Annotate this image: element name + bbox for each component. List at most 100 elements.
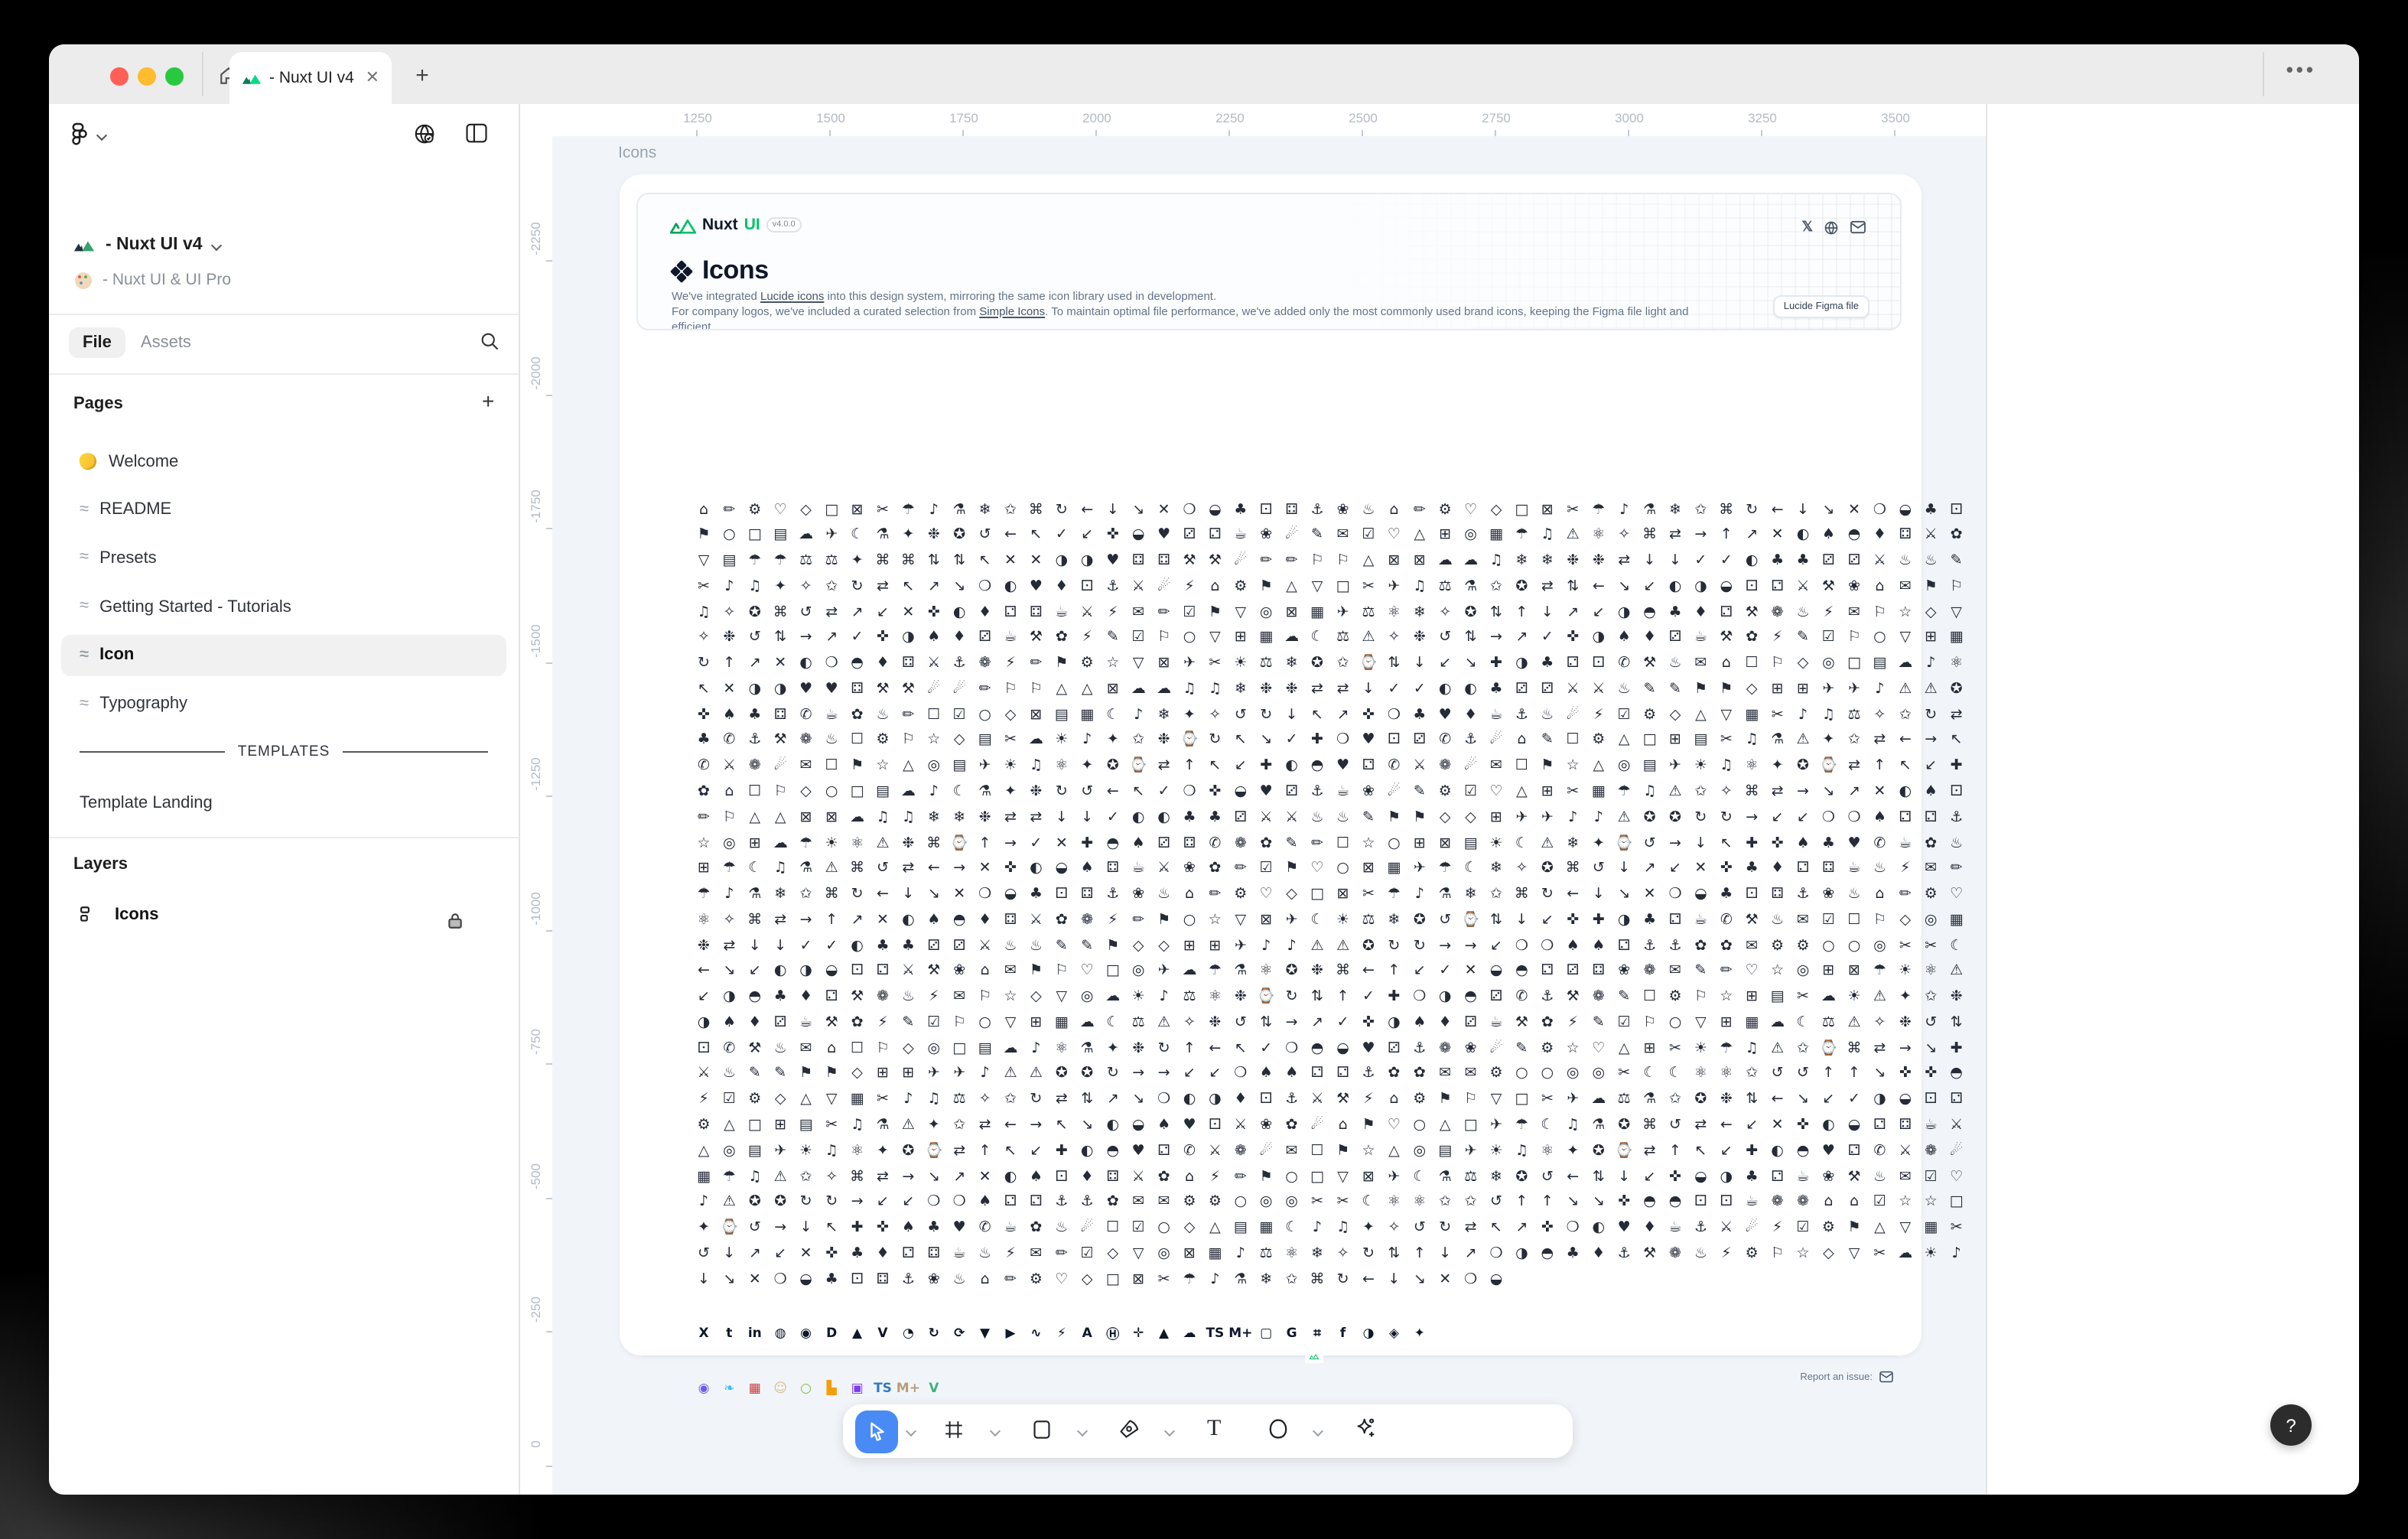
layer-name[interactable]: Icons: [115, 906, 158, 924]
tab-file[interactable]: File: [69, 327, 125, 358]
window-zoom-button[interactable]: [165, 67, 184, 86]
lucide-grid-icon: ♪: [1280, 933, 1304, 958]
window-close-button[interactable]: [110, 67, 129, 86]
lucide-grid-icon: ♫: [870, 805, 895, 829]
lucide-grid-icon: ✂: [870, 497, 895, 522]
nuxt-logo-icon: [242, 70, 262, 86]
lucide-icons-link[interactable]: Lucide icons: [760, 289, 824, 303]
lucide-grid-icon: ↻: [819, 1190, 844, 1215]
lucide-grid-icon: ◓: [1791, 1139, 1815, 1163]
lucide-grid-icon: ✕: [1842, 497, 1866, 522]
file-name[interactable]: - Nuxt UI v4: [106, 236, 203, 254]
mail-icon[interactable]: [1850, 220, 1866, 234]
frame-tool-button[interactable]: [944, 1420, 964, 1440]
brand-icon: ◉: [794, 1322, 818, 1346]
lucide-grid-icon: ⚐: [947, 1010, 971, 1035]
toggle-sidebar-icon[interactable]: [465, 122, 488, 144]
lucide-grid-icon: ◎: [1254, 600, 1278, 624]
report-issue[interactable]: Report an issue:: [1800, 1371, 1894, 1383]
lucide-grid-icon: ❍: [1177, 497, 1202, 522]
sidebar-item-getting-started-tutorials[interactable]: ≈Getting Started - Tutorials: [61, 586, 506, 627]
lucide-grid-icon: ⚓: [1356, 1062, 1381, 1086]
globe-icon[interactable]: [1824, 220, 1839, 235]
lucide-grid-icon: ♦: [947, 626, 971, 650]
lucide-grid-icon: ✓: [1714, 548, 1739, 573]
lucide-grid-icon: ▦: [1586, 779, 1611, 804]
tab-close-icon[interactable]: ✕: [366, 70, 379, 86]
lucide-grid-icon: ♣: [1816, 831, 1840, 855]
layer-row-icons[interactable]: Icons: [80, 906, 158, 924]
new-tab-button[interactable]: +: [405, 58, 439, 92]
pen-tool-chevron-icon[interactable]: [1164, 1426, 1175, 1437]
icons-frame[interactable]: NuxtUI v4.0.0 𝕏 Icons We've integrated L…: [620, 174, 1922, 1355]
ellipse-tool-chevron-icon[interactable]: [1313, 1426, 1323, 1437]
lucide-grid-icon: ✦: [1816, 728, 1840, 753]
sidebar-item-welcome[interactable]: Welcome: [61, 441, 506, 482]
lucide-grid-icon: ❄: [1381, 908, 1406, 932]
shape-tool-chevron-icon[interactable]: [1077, 1426, 1088, 1437]
lucide-grid-icon: □: [1842, 651, 1866, 675]
lucide-grid-icon: ✈: [1509, 805, 1534, 829]
sidebar-item-template-landing[interactable]: Template Landing: [61, 782, 506, 823]
globe-publish-icon[interactable]: [413, 122, 436, 145]
lucide-grid-icon: ⚗: [1638, 497, 1662, 522]
lucide-grid-icon: ✏: [717, 497, 741, 522]
lucide-grid-icon: ⚔: [1152, 857, 1176, 881]
more-menu-button[interactable]: •••: [2286, 58, 2316, 81]
lucide-grid-icon: ▦: [1739, 1010, 1764, 1035]
simple-icons-link[interactable]: Simple Icons: [979, 304, 1045, 318]
lucide-grid-icon: ⇄: [1638, 1139, 1662, 1163]
x-social-icon[interactable]: 𝕏: [1801, 219, 1813, 236]
tab-assets[interactable]: Assets: [138, 327, 194, 358]
search-icon[interactable]: [479, 330, 500, 352]
lucide-grid-icon: ⚛: [1254, 959, 1278, 984]
lucide-grid-icon: →: [998, 831, 1023, 855]
move-tool-chevron-icon[interactable]: [906, 1426, 916, 1437]
lucide-grid-icon: ♨: [1688, 1241, 1713, 1266]
ruler-label: -2000: [528, 342, 543, 403]
shape-tool-button[interactable]: [1033, 1420, 1051, 1440]
lucide-grid-icon: ♪: [1305, 1215, 1329, 1240]
ellipse-tool-button[interactable]: [1268, 1418, 1288, 1440]
lucide-grid-icon: ↺: [1535, 1164, 1560, 1189]
tab-bar: - Nuxt UI v4 ✕ + •••: [49, 44, 2359, 104]
lucide-grid-icon: ✦: [845, 548, 870, 573]
lucide-grid-icon: ⚙: [1791, 933, 1815, 958]
lucide-grid-icon: ⚡: [1586, 702, 1611, 727]
sidebar-item-typography[interactable]: ≈Typography: [61, 683, 506, 724]
lock-icon[interactable]: [447, 910, 464, 938]
text-tool-button[interactable]: T: [1207, 1417, 1221, 1443]
lucide-grid-icon: ✉: [1791, 908, 1815, 932]
file-name-chevron-icon[interactable]: [211, 239, 222, 250]
frame-tool-chevron-icon[interactable]: [990, 1426, 1001, 1437]
actions-ai-button[interactable]: [1354, 1417, 1377, 1440]
tab-nuxt-ui-v4[interactable]: - Nuxt UI v4 ✕: [229, 52, 392, 104]
lucide-grid-icon: ⇅: [1381, 1241, 1406, 1266]
lucide-grid-icon: ♦: [1688, 600, 1713, 624]
window-minimize-button[interactable]: [138, 67, 156, 86]
sidebar-item-icon[interactable]: ≈Icon: [61, 635, 506, 676]
file-subtitle[interactable]: - Nuxt UI & UI Pro: [103, 271, 231, 289]
lucide-grid-icon: ♡: [1459, 497, 1483, 522]
lucide-grid-icon: ⚡: [870, 1010, 895, 1035]
lucide-grid-icon: ⚀: [1254, 497, 1278, 522]
sidebar-item-readme[interactable]: ≈README: [61, 489, 506, 530]
frame-label[interactable]: Icons: [618, 144, 656, 162]
lucide-grid-icon: ✎: [1049, 933, 1074, 958]
add-page-button[interactable]: +: [482, 389, 494, 413]
lucide-grid-icon: ↻: [1739, 497, 1764, 522]
lucide-figma-file-button[interactable]: Lucide Figma file: [1773, 295, 1869, 318]
lucide-grid-icon: ⊞: [1484, 805, 1508, 829]
sidebar-item-presets[interactable]: ≈Presets: [61, 538, 506, 579]
move-tool-button[interactable]: [855, 1410, 898, 1453]
ruler-label: 1750: [941, 110, 987, 125]
lucide-grid-icon: ↻: [1714, 805, 1739, 829]
figma-menu-chevron-icon[interactable]: [96, 129, 107, 140]
figma-menu-icon[interactable]: [70, 122, 89, 147]
help-button[interactable]: ?: [2270, 1404, 2312, 1446]
lucide-grid-icon: →: [1280, 1010, 1304, 1035]
lucide-grid-icon: ⚂: [1228, 805, 1253, 829]
pen-tool-button[interactable]: [1118, 1418, 1140, 1440]
lucide-grid-icon: ⚔: [1586, 677, 1611, 701]
nuxt-footer-logo-icon: [1305, 1349, 1323, 1363]
